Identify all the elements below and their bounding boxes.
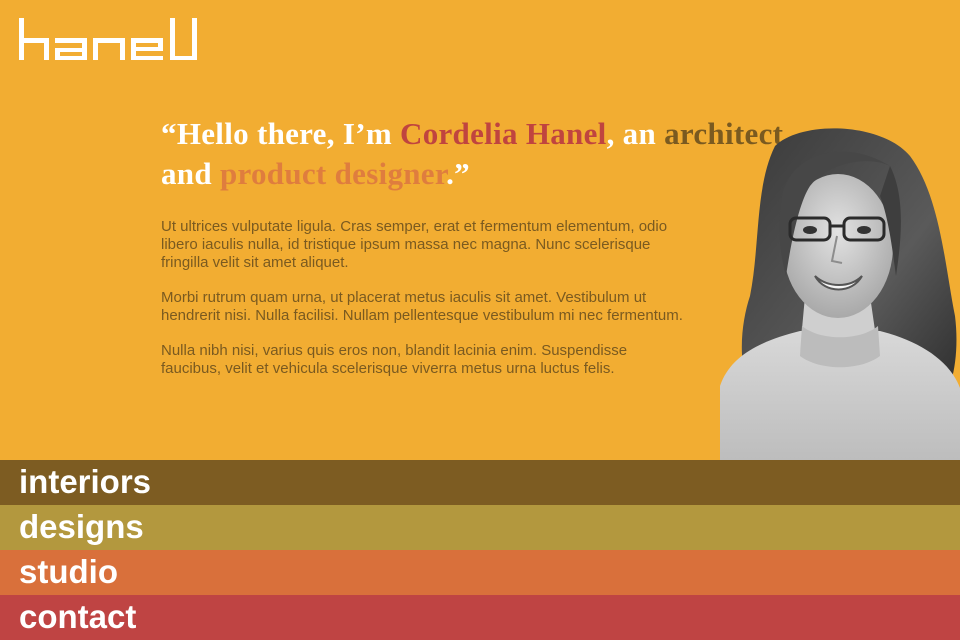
quote-open: “	[161, 116, 177, 151]
paragraph: Ut ultrices vulputate ligula. Cras sempe…	[161, 218, 668, 271]
greeting-text: Hello there, I’m	[176, 116, 401, 151]
connector-and: and	[161, 156, 220, 191]
paragraph: Nulla nibh nisi, varius quis eros non, b…	[161, 342, 628, 377]
role-product-designer: product designer	[219, 156, 447, 191]
intro-body: Ut ultrices vulputate ligula. Cras sempe…	[161, 218, 691, 395]
nav-designs[interactable]: designs	[0, 505, 960, 550]
paragraph: Morbi rutrum quam urna, ut placerat metu…	[161, 289, 683, 324]
nav-contact[interactable]: contact	[0, 595, 960, 640]
hanel-logo[interactable]	[19, 18, 197, 60]
portrait-photo	[720, 128, 960, 460]
main-nav: interiors designs studio contact	[0, 460, 960, 640]
quote-close: .”	[446, 156, 470, 191]
designer-name: Cordelia Hanel	[400, 116, 607, 151]
nav-studio[interactable]: studio	[0, 550, 960, 595]
connector-an: , an	[606, 116, 665, 151]
nav-interiors[interactable]: interiors	[0, 460, 960, 505]
intro-headline: “Hello there, I’m Cordelia Hanel, an arc…	[161, 114, 801, 194]
